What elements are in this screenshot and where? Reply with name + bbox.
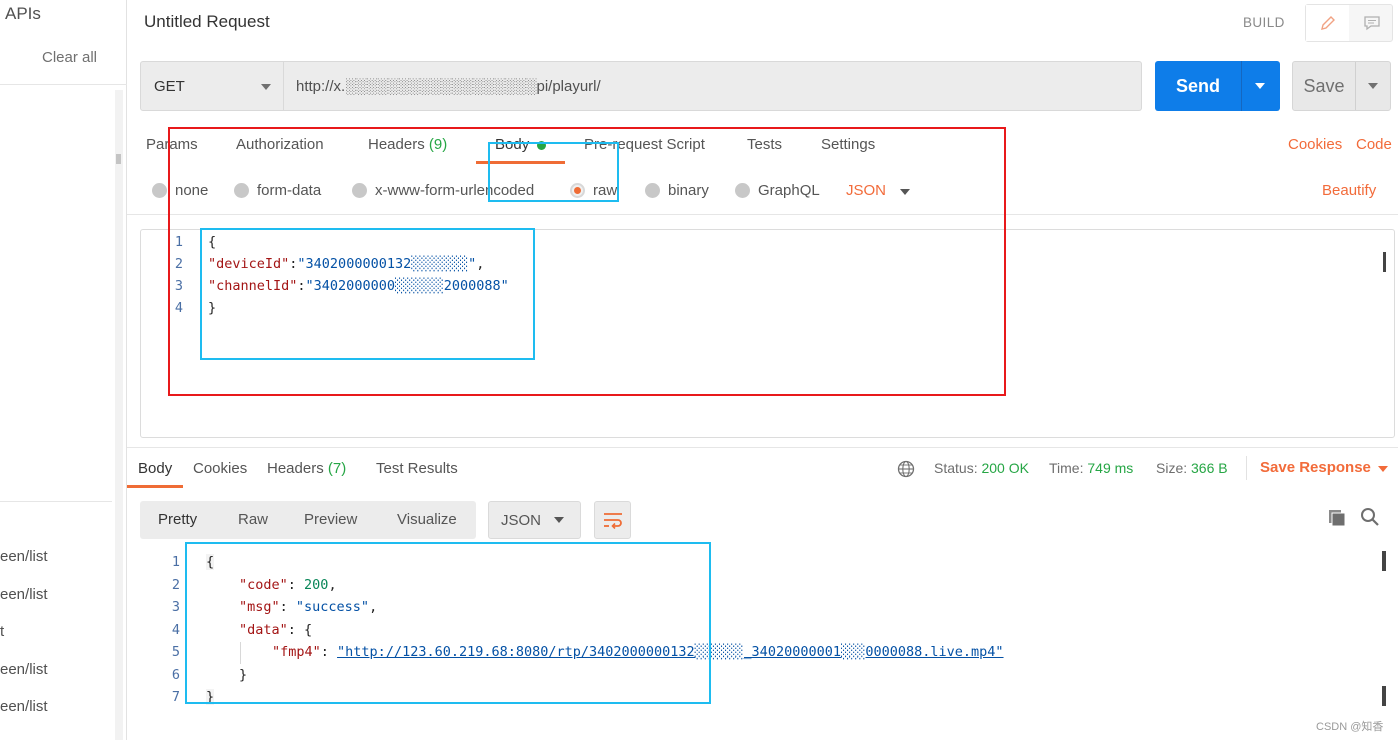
build-mode-label: BUILD [1243, 15, 1285, 30]
annotation-blue-box [200, 228, 535, 360]
divider [1355, 62, 1356, 110]
format-tab-raw[interactable]: Raw [238, 511, 268, 528]
annotation-blue-box [185, 542, 711, 704]
history-item[interactable]: t [0, 623, 4, 640]
send-button[interactable]: Send [1155, 61, 1280, 111]
sidebar: APIs Clear all een/list een/list t een/l… [0, 0, 127, 740]
status-label: Status: [934, 460, 978, 476]
pencil-icon [1320, 16, 1335, 30]
active-tab-indicator [127, 485, 183, 488]
chevron-down-icon[interactable] [1368, 83, 1378, 89]
chevron-down-icon [261, 84, 271, 90]
response-scrollbar-top[interactable] [1382, 551, 1386, 571]
comment-icon [1363, 16, 1380, 31]
time-value: 749 ms [1087, 460, 1134, 476]
line-number: 3 [171, 599, 180, 615]
method-label: GET [154, 78, 185, 95]
format-tab-pretty[interactable]: Pretty [158, 511, 197, 528]
response-tab-test-results[interactable]: Test Results [376, 460, 458, 477]
sidebar-scrollbar[interactable] [115, 90, 123, 740]
chevron-down-icon[interactable] [1255, 83, 1265, 89]
divider [1246, 456, 1247, 480]
search-icon[interactable] [1360, 507, 1380, 527]
comments-button[interactable] [1350, 5, 1393, 41]
chevron-down-icon [554, 517, 564, 523]
request-title[interactable]: Untitled Request [144, 12, 270, 32]
response-tab-cookies[interactable]: Cookies [193, 460, 247, 477]
line-number: 4 [171, 622, 180, 638]
globe-icon[interactable] [897, 460, 915, 478]
mode-toggle [1305, 4, 1393, 42]
chevron-down-icon [1378, 466, 1388, 472]
wrap-lines-icon [603, 513, 622, 529]
save-response-button[interactable]: Save Response [1260, 459, 1388, 476]
response-format-tabs: Pretty Raw Preview Visualize [140, 501, 476, 539]
save-response-label: Save Response [1260, 459, 1371, 476]
sidebar-title: APIs [5, 4, 41, 23]
response-format-label: JSON [501, 512, 542, 529]
response-scrollbar-bottom[interactable] [1382, 686, 1386, 706]
response-tab-body[interactable]: Body [138, 460, 172, 477]
copy-icon[interactable] [1327, 508, 1347, 528]
line-number: 7 [171, 689, 180, 705]
sidebar-scrollbar-thumb[interactable] [116, 154, 121, 164]
wrap-lines-button[interactable] [594, 501, 631, 539]
response-tab-headers-count: (7) [327, 460, 347, 477]
response-size[interactable]: Size: 366 B [1156, 460, 1228, 476]
response-time[interactable]: Time: 749 ms [1049, 460, 1133, 476]
format-tab-preview[interactable]: Preview [304, 511, 357, 528]
time-label: Time: [1049, 460, 1084, 476]
response-tab-headers-label: Headers [267, 460, 324, 477]
method-select[interactable]: GET [140, 61, 284, 111]
url-input[interactable]: http://x.░░░░░░░░░░░░░░░░░░pi/playurl/ [284, 61, 1142, 111]
history-item[interactable]: een/list [0, 661, 48, 678]
cookies-link[interactable]: Cookies [1288, 136, 1342, 153]
status-value: 200 OK [981, 460, 1029, 476]
code-link[interactable]: Code [1356, 136, 1392, 153]
line-number: 6 [171, 667, 180, 683]
edit-mode-button[interactable] [1306, 5, 1349, 41]
editor-scrollbar[interactable] [1383, 252, 1386, 272]
format-tab-visualize[interactable]: Visualize [397, 511, 457, 528]
watermark: CSDN @知香 [1316, 721, 1384, 733]
response-status[interactable]: Status: 200 OK [934, 460, 1029, 476]
response-format-select[interactable]: JSON [488, 501, 581, 539]
save-button[interactable]: Save [1292, 61, 1391, 111]
divider [0, 84, 127, 85]
divider [127, 447, 1398, 448]
size-value: 366 B [1191, 460, 1228, 476]
radio-circle [152, 183, 167, 198]
save-label: Save [1303, 76, 1345, 96]
divider [0, 501, 112, 502]
history-item[interactable]: een/list [0, 698, 48, 715]
history-item[interactable]: een/list [0, 548, 48, 565]
line-number: 1 [171, 554, 180, 570]
send-label: Send [1175, 76, 1220, 96]
divider [1241, 61, 1242, 111]
clear-all-button[interactable]: Clear all [42, 49, 97, 66]
line-number: 5 [171, 644, 180, 660]
beautify-link[interactable]: Beautify [1322, 182, 1376, 199]
url-text: http://x.░░░░░░░░░░░░░░░░░░pi/playurl/ [296, 78, 601, 95]
line-number: 2 [171, 577, 180, 593]
size-label: Size: [1156, 460, 1188, 476]
annotation-blue-box [488, 142, 619, 202]
response-tab-headers[interactable]: Headers (7) [267, 460, 346, 477]
history-item[interactable]: een/list [0, 586, 48, 603]
